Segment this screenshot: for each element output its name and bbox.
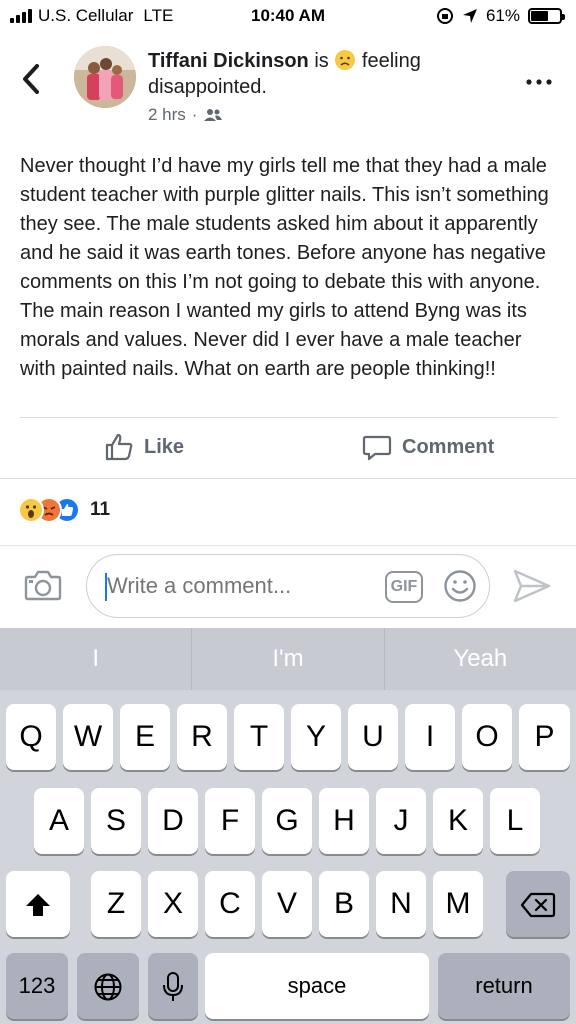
key-b[interactable]: B [319,871,369,937]
location-arrow-icon [462,9,477,23]
post-body: Never thought I’d have my girls tell me … [20,155,549,380]
status-bar: U.S. Cellular LTE 10:40 AM 61% [0,0,576,34]
send-arrow-icon [513,569,551,603]
send-button[interactable] [512,568,552,609]
avatar[interactable] [74,46,136,108]
space-key[interactable]: space [205,953,429,1019]
key-p[interactable]: P [519,704,570,770]
author-name[interactable]: Tiffani Dickinson [148,50,309,72]
comment-bubble-icon [362,435,392,461]
key-u[interactable]: U [348,704,398,770]
key-g[interactable]: G [262,788,312,854]
key-l[interactable]: L [490,788,540,854]
orientation-lock-icon [436,8,453,24]
gif-button[interactable]: GIF [385,571,423,603]
friends-icon [204,109,223,121]
key-e[interactable]: E [120,704,170,770]
globe-key[interactable] [77,953,139,1019]
backspace-icon [520,892,556,918]
divider [20,417,558,418]
camera-button[interactable] [24,568,62,607]
comment-button[interactable]: Comment [362,432,494,462]
status-right: 61% [436,6,565,26]
battery-icon [528,8,565,24]
shift-arrow-icon [26,894,50,916]
key-a[interactable]: A [34,788,84,854]
key-k[interactable]: K [433,788,483,854]
key-q[interactable]: Q [6,704,56,770]
disappointed-face-icon [335,50,356,70]
microphone-icon [163,972,183,1001]
key-r[interactable]: R [177,704,227,770]
key-d[interactable]: D [148,788,198,854]
comment-input-box[interactable]: GIF [86,554,490,618]
key-n[interactable]: N [376,871,426,937]
key-s[interactable]: S [91,788,141,854]
post-author-block: Tiffani Dickinson is feeling disappointe… [148,48,498,128]
reactions-summary[interactable]: 11 [18,497,110,523]
avatar-photo [74,46,136,108]
comment-label: Comment [402,435,495,458]
key-o[interactable]: O [462,704,512,770]
key-v[interactable]: V [262,871,312,937]
like-label: Like [144,435,185,458]
comment-input[interactable] [107,573,377,599]
thumbs-up-icon [105,433,133,461]
key-t[interactable]: T [234,704,284,770]
numbers-key[interactable]: 123 [6,953,68,1019]
emoji-button[interactable] [443,569,477,608]
post-header: Tiffani Dickinson is feeling disappointe… [0,40,576,140]
back-button[interactable] [20,62,50,98]
key-y[interactable]: Y [291,704,341,770]
delete-key[interactable] [506,871,570,937]
key-c[interactable]: C [205,871,255,937]
wow-reaction-icon [18,497,44,523]
key-j[interactable]: J [376,788,426,854]
suggestion-3[interactable]: Yeah [385,628,576,690]
like-button[interactable]: Like [104,432,184,462]
comment-composer: GIF [0,546,576,628]
keyboard: I I'm Yeah Q W E R T Y U I O P A S D F G… [0,628,576,1024]
return-key[interactable]: return [438,953,570,1019]
dictation-key[interactable] [148,953,198,1019]
battery-percent: 61% [485,6,520,25]
more-horizontal-icon [526,79,552,85]
feeling-prefix: is [314,50,329,72]
predictive-text-bar: I I'm Yeah [0,628,576,690]
chevron-left-icon [23,64,39,94]
globe-icon [94,973,122,1001]
key-z[interactable]: Z [91,871,141,937]
reaction-count: 11 [90,499,111,520]
shift-key[interactable] [6,871,70,937]
suggestion-1[interactable]: I [0,628,193,690]
key-f[interactable]: F [205,788,255,854]
key-w[interactable]: W [63,704,113,770]
post-meta: 2 hrs · [148,102,498,128]
camera-icon [24,570,62,601]
suggestion-2[interactable]: I'm [192,628,385,690]
meta-separator: · [191,105,198,124]
key-i[interactable]: I [405,704,455,770]
more-options-button[interactable] [526,66,552,86]
key-x[interactable]: X [148,871,198,937]
smiley-icon [444,570,476,602]
post-actions: Like Comment [0,420,576,478]
key-h[interactable]: H [319,788,369,854]
key-m[interactable]: M [433,871,483,937]
post-time[interactable]: 2 hrs [148,102,186,128]
divider [0,478,576,479]
